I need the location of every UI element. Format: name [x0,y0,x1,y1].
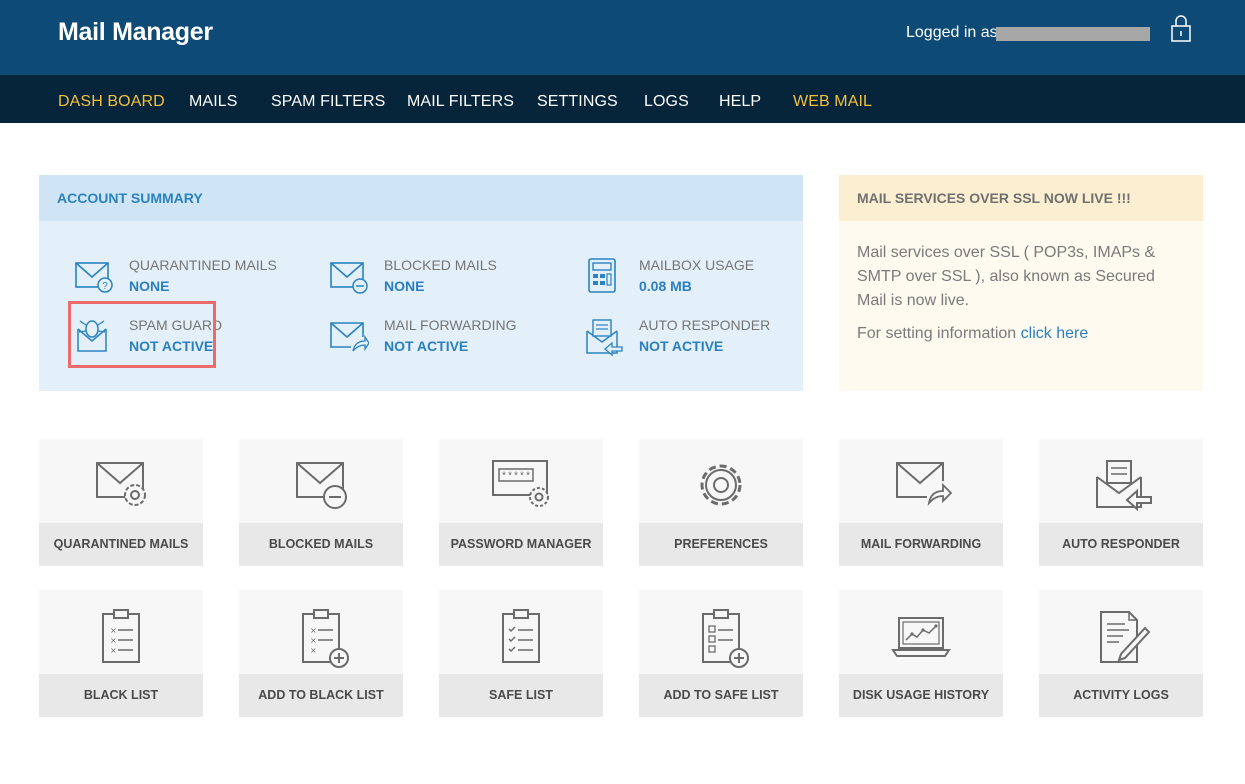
tile-label: QUARANTINED MAILS [39,523,203,566]
clipboard-x-icon: × × × [102,609,140,663]
mail-forward-icon [896,462,953,507]
ssl-notice-header: MAIL SERVICES OVER SSL NOW LIVE !!! [839,175,1203,221]
stat-label: AUTO RESPONDER [639,317,771,333]
app-title: Mail Manager [58,18,213,46]
account-summary-header: ACCOUNT SUMMARY [39,175,803,221]
nav-settings[interactable]: SETTINGS [537,93,618,111]
tile-activity-logs[interactable]: ACTIVITY LOGS [1039,590,1203,717]
tile-add-to-safe-list[interactable]: ADD TO SAFE LIST [639,590,803,717]
svg-text:×: × [110,636,117,645]
stat-value: NONE [129,278,170,294]
stat-auto-responder[interactable]: AUTO RESPONDER NOT ACTIVE [584,317,804,361]
tile-label: SAFE LIST [439,674,603,717]
stat-label: MAILBOX USAGE [639,257,755,273]
tile-label: ACTIVITY LOGS [1039,674,1203,717]
svg-text:×: × [110,646,117,655]
tile-mail-forwarding[interactable]: MAIL FORWARDING [839,439,1003,566]
stat-value: NOT ACTIVE [639,338,724,354]
stat-value: 0.08 MB [639,278,692,294]
tile-quarantined-mails[interactable]: QUARANTINED MAILS [39,439,203,566]
logged-in-label: Logged in as [906,24,998,41]
tile-preferences[interactable]: PREFERENCES [639,439,803,566]
stat-label: BLOCKED MAILS [384,257,497,273]
mail-minus-icon [296,462,347,509]
tile-blocked-mails[interactable]: BLOCKED MAILS [239,439,403,566]
svg-text:×: × [310,636,317,645]
tile-auto-responder[interactable]: AUTO RESPONDER [1039,439,1203,566]
svg-text:×: × [110,626,117,635]
mail-forward-icon [330,322,369,352]
stat-mail-forwarding[interactable]: MAIL FORWARDING NOT ACTIVE [329,317,549,361]
setting-info-text: For setting information [857,325,1017,342]
gear-icon [700,464,742,506]
svg-text:*****: ***** [501,471,531,483]
tile-label: PREFERENCES [639,523,803,566]
username-redacted [996,27,1150,41]
stat-value: NONE [384,278,425,294]
tile-label: MAIL FORWARDING [839,523,1003,566]
clipboard-check-icon [502,609,540,663]
lock-icon[interactable] [1171,14,1191,42]
mail-blocked-icon [330,262,368,294]
account-summary-title: ACCOUNT SUMMARY [57,190,203,206]
stat-quarantined-mails[interactable]: ? QUARANTINED MAILS NONE [74,257,294,301]
ssl-notice-body: Mail services over SSL ( POP3s, IMAPs & … [857,244,1156,309]
svg-text:?: ? [102,281,108,292]
password-gear-icon: ***** [492,460,549,507]
main-nav: DASH BOARD MAILS SPAM FILTERS MAIL FILTE… [0,75,1245,123]
nav-help[interactable]: HELP [719,93,761,111]
clipboard-check-add-icon [702,609,749,668]
mail-question-icon: ? [75,262,113,293]
spam-guard-highlight-box [68,301,216,368]
tile-safe-list[interactable]: SAFE LIST [439,590,603,717]
laptop-chart-icon [891,617,951,657]
tile-label: ADD TO SAFE LIST [639,674,803,717]
nav-mails[interactable]: MAILS [189,93,238,111]
calculator-icon [588,258,616,293]
mail-gear-icon [96,462,146,506]
tile-label: BLOCKED MAILS [239,523,403,566]
nav-web-mail[interactable]: WEB MAIL [793,93,872,111]
stat-mailbox-usage[interactable]: MAILBOX USAGE 0.08 MB [584,257,804,301]
document-pen-icon [1100,611,1151,663]
tile-password-manager[interactable]: ***** PASSWORD MANAGER [439,439,603,566]
tile-black-list[interactable]: × × × BLACK LIST [39,590,203,717]
tile-label: ADD TO BLACK LIST [239,674,403,717]
ssl-notice-panel: MAIL SERVICES OVER SSL NOW LIVE !!! Mail… [839,175,1203,391]
nav-spam-filters[interactable]: SPAM FILTERS [271,93,385,111]
nav-mail-filters[interactable]: MAIL FILTERS [407,93,514,111]
tile-disk-usage-history[interactable]: DISK USAGE HISTORY [839,590,1003,717]
auto-reply-icon [586,319,623,357]
auto-reply-icon [1096,460,1152,512]
nav-dashboard[interactable]: DASH BOARD [58,93,165,111]
ssl-notice-setting: For setting information click here [857,325,1088,343]
nav-logs[interactable]: LOGS [644,93,689,111]
ssl-notice-title: MAIL SERVICES OVER SSL NOW LIVE !!! [857,190,1131,206]
tile-label: BLACK LIST [39,674,203,717]
tile-label: PASSWORD MANAGER [439,523,603,566]
svg-text:×: × [310,626,317,635]
app-header: Mail Manager Logged in as [0,0,1245,75]
stat-label: QUARANTINED MAILS [129,257,277,273]
svg-text:×: × [310,646,317,655]
tile-add-to-black-list[interactable]: × × × ADD TO BLACK LIST [239,590,403,717]
tile-label: AUTO RESPONDER [1039,523,1203,566]
stat-value: NOT ACTIVE [384,338,469,354]
click-here-link[interactable]: click here [1021,325,1089,342]
clipboard-x-add-icon: × × × [302,609,349,668]
stat-label: MAIL FORWARDING [384,317,517,333]
stat-blocked-mails[interactable]: BLOCKED MAILS NONE [329,257,549,301]
tile-label: DISK USAGE HISTORY [839,674,1003,717]
